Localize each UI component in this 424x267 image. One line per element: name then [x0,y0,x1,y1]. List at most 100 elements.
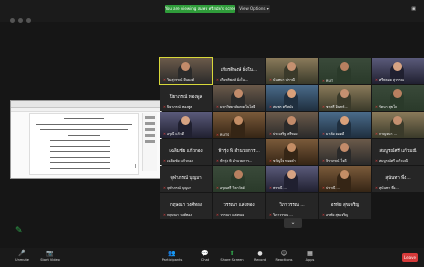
toolbar-reactions-button[interactable]: ☺ Reactions [272,250,296,266]
fullscreen-icon[interactable]: ▣ [411,6,416,12]
meeting-window: You are viewing สมพร ศรีสมัย's screen Vi… [0,0,424,267]
view-options-button[interactable]: View Options ▾ [238,5,270,13]
participant-name-text: ชาตรี อินทร์... [326,105,348,109]
participant-name: ✕ ปราณี ... [322,185,340,191]
text-cursor-icon: I [135,164,137,170]
participant-tile[interactable]: ✕ สมพร ศรีสมัย [266,85,318,111]
participant-label: ✕ จุฬาภรณ์ บุญมา [163,185,191,191]
participant-name-text: นันทนา ปราณี [273,78,295,82]
document-line: การประชุมวิชาการเพื่อแลกเปลี่ยนความรู้ใน… [36,123,132,125]
participant-tile[interactable]: ✕ ปราณี ... [319,166,371,192]
participant-name: ✕ RUT [322,79,333,83]
participant-label: ✕ วรรณา แสงทอง [216,212,244,218]
participant-tile[interactable]: วิภาวรรณ ... ✕ วิภาวรรณ ... [266,193,318,219]
chat-icon: 💬 [201,250,209,257]
participant-tile[interactable]: ✕ มาลัย ยอดดี [319,112,371,138]
participant-tile[interactable]: ✕ นันทนา ปราณี [266,58,318,84]
participant-label: ✕ เฉลิมชัย แก้วกอง [163,158,193,164]
participant-name: กฤษณา วงศ์ทอง [170,203,202,208]
chevron-down-icon[interactable]: ⌄ [284,218,302,228]
participant-tile[interactable]: ✕ RUTS [213,112,265,138]
participant-face [340,89,349,98]
side-panel-item [145,122,155,125]
participant-tile[interactable]: ✕ มหาวิทยาลัยเทคโนโลยี [213,85,265,111]
participant-name: อรทัย สุขเจริญ [330,203,360,208]
toolbar-unmute-button[interactable]: 🎤 Unmute [10,250,34,266]
participant-name: จุฬาภรณ์ บุญมา [170,176,202,181]
shared-screen-panel[interactable]: แบบสัมภาษณ์ผู้ให้ข้อมูลการประชุมวิชาการเ… [10,100,162,179]
toolbar-apps-button[interactable]: ▦ Apps [298,250,322,266]
participant-tile[interactable]: ✕ พรรณี ... [266,166,318,192]
participant-name: ✕ ชาตรี อินทร์... [322,104,348,110]
participant-name-text: ปิยาภรณ์ ทองพูล [167,105,193,109]
participant-name: ✕ รัตนา สุขใจ [375,104,397,110]
share-screen-icon: ⬆ [229,250,235,257]
participant-name: ✕ ศรีพลอย สุวรรณ [375,77,404,83]
participant-name-text: มาลัย ยอดดี [326,132,345,136]
participant-tile[interactable]: ปิยาภรณ์ ทองพูล ✕ ปิยาภรณ์ ทองพูล [160,85,212,111]
participant-tile[interactable]: ✕ รัตนา สุขใจ [372,85,424,111]
participant-name-text: ศรีพลอย สุวรรณ [379,78,404,82]
participant-tile[interactable]: ✕ ชาตรี อินทร์... [319,85,371,111]
toolbar-record-button[interactable]: ● Record [248,250,272,266]
toolbar-chat-button[interactable]: 💬 Chat [193,250,217,266]
record-icon: ● [257,250,263,257]
participant-name-text: ขวัญใจ ทองคำ [273,159,296,163]
window-minimize-icon[interactable] [18,18,23,23]
participant-tile[interactable]: ✕ วิมสุวรรณ์ ยืนยงค์ [159,57,213,85]
participant-tile[interactable]: ✕ RUT [319,58,371,84]
pencil-icon[interactable]: ✎ [15,226,25,236]
participant-tile[interactable]: สมบูรณ์ศรี แก้วมณี ✕ สมบูรณ์ศรี แก้วมณี [372,139,424,165]
participant-tile[interactable]: ✕ อรุณศรี วิลาวัลย์ [213,166,265,192]
participant-tile[interactable]: สุนันทา พึ่ง... ✕ สุนันทา พึ่ง... [372,166,424,192]
participant-tile[interactable]: ✕ ศรีพลอย สุวรรณ [372,58,424,84]
window-controls [10,8,36,23]
participant-name-text: รัตนา สุขใจ [379,105,397,109]
participant-name-text: จุฬาภรณ์ บุญมา [167,186,192,190]
document-line: แบบสัมภาษณ์ผู้ให้ข้อมูล [64,118,104,119]
participant-face [181,62,190,71]
participant-label: ✕ สุนันทา พึ่ง... [375,185,399,191]
document-line: วันที่สัมภาษณ์ .........................… [50,167,110,169]
participant-name: เกียรติพงษ์ ฝั่งใน... [220,68,258,73]
participant-name-text: RUT [326,79,334,83]
participant-label: ✕ อรทัย สุขเจริญ [322,212,348,218]
participant-name: เฉลิมชัย แก้วกอง [169,149,203,154]
shared-app-ribbon [11,108,161,112]
participant-tile[interactable]: ✕ อรุณี แก้วดี [160,112,212,138]
participant-tile[interactable]: จุฬาภรณ์ บุญมา ✕ จุฬาภรณ์ บุญมา [160,166,212,192]
participant-tile[interactable]: เกียรติพงษ์ ฝั่งใน... ✕ เกียรติพงษ์ ฝั่งใ… [213,58,265,84]
participant-face [340,62,349,71]
participant-tile[interactable]: ✕ ขวัญใจ ทองคำ [266,139,318,165]
participant-face [340,170,349,179]
side-panel-item [145,140,155,143]
participant-name-text: RUTS [220,133,230,137]
participant-tile[interactable]: อรทัย สุขเจริญ ✕ อรทัย สุขเจริญ [319,193,371,219]
toolbar-label: Apps [305,258,315,262]
participant-tile[interactable]: กฤษณา วงศ์ทอง ✕ กฤษณา วงศ์ทอง [160,193,212,219]
apps-icon: ▦ [307,250,313,257]
participant-tile[interactable]: วรรณา แสงทอง ✕ วรรณา แสงทอง [213,193,265,219]
leave-button[interactable]: Leave [402,253,418,262]
participant-tile[interactable]: ✕ ประเสริฐ ศรีทอง [266,112,318,138]
window-close-icon[interactable] [10,18,15,23]
toolbar-label: Record [253,258,267,262]
toolbar-share-screen-button[interactable]: ⬆ Share Screen [220,250,244,266]
participant-name-text: เกียรติพงษ์ ฝั่งใน... [220,78,249,82]
participant-tile[interactable]: ✕ จิราภรณ์ ใจดี [319,139,371,165]
toolbar-participants-button[interactable]: 👥 Participants [160,250,184,266]
participant-name-text: ปราณี ... [326,186,340,190]
participant-tile[interactable]: ฟ้ารุ่ง พิ อำนวยการ... ✕ ฟ้ารุ่ง พิ อำนวย… [213,139,265,165]
screen-share-banner: You are viewing สมพร ศรีสมัย's screen [165,5,235,13]
participant-face [287,143,296,152]
participant-name-text: เฉลิมชัย แก้วกอง [167,159,193,163]
side-panel-item [145,128,155,131]
participant-name-text: กาญจนา ... [379,132,397,136]
window-zoom-icon[interactable] [26,18,31,23]
toolbar-label: Participants [161,258,183,262]
participant-name: ✕ กาญจนา ... [375,131,397,137]
participant-tile[interactable]: เฉลิมชัย แก้วกอง ✕ เฉลิมชัย แก้วกอง [160,139,212,165]
document-line: ปีการศึกษา 2564 [68,134,100,136]
participant-tile[interactable]: ✕ กาญจนา ... [372,112,424,138]
toolbar-start-video-button[interactable]: 📷 Start Video [38,250,62,266]
